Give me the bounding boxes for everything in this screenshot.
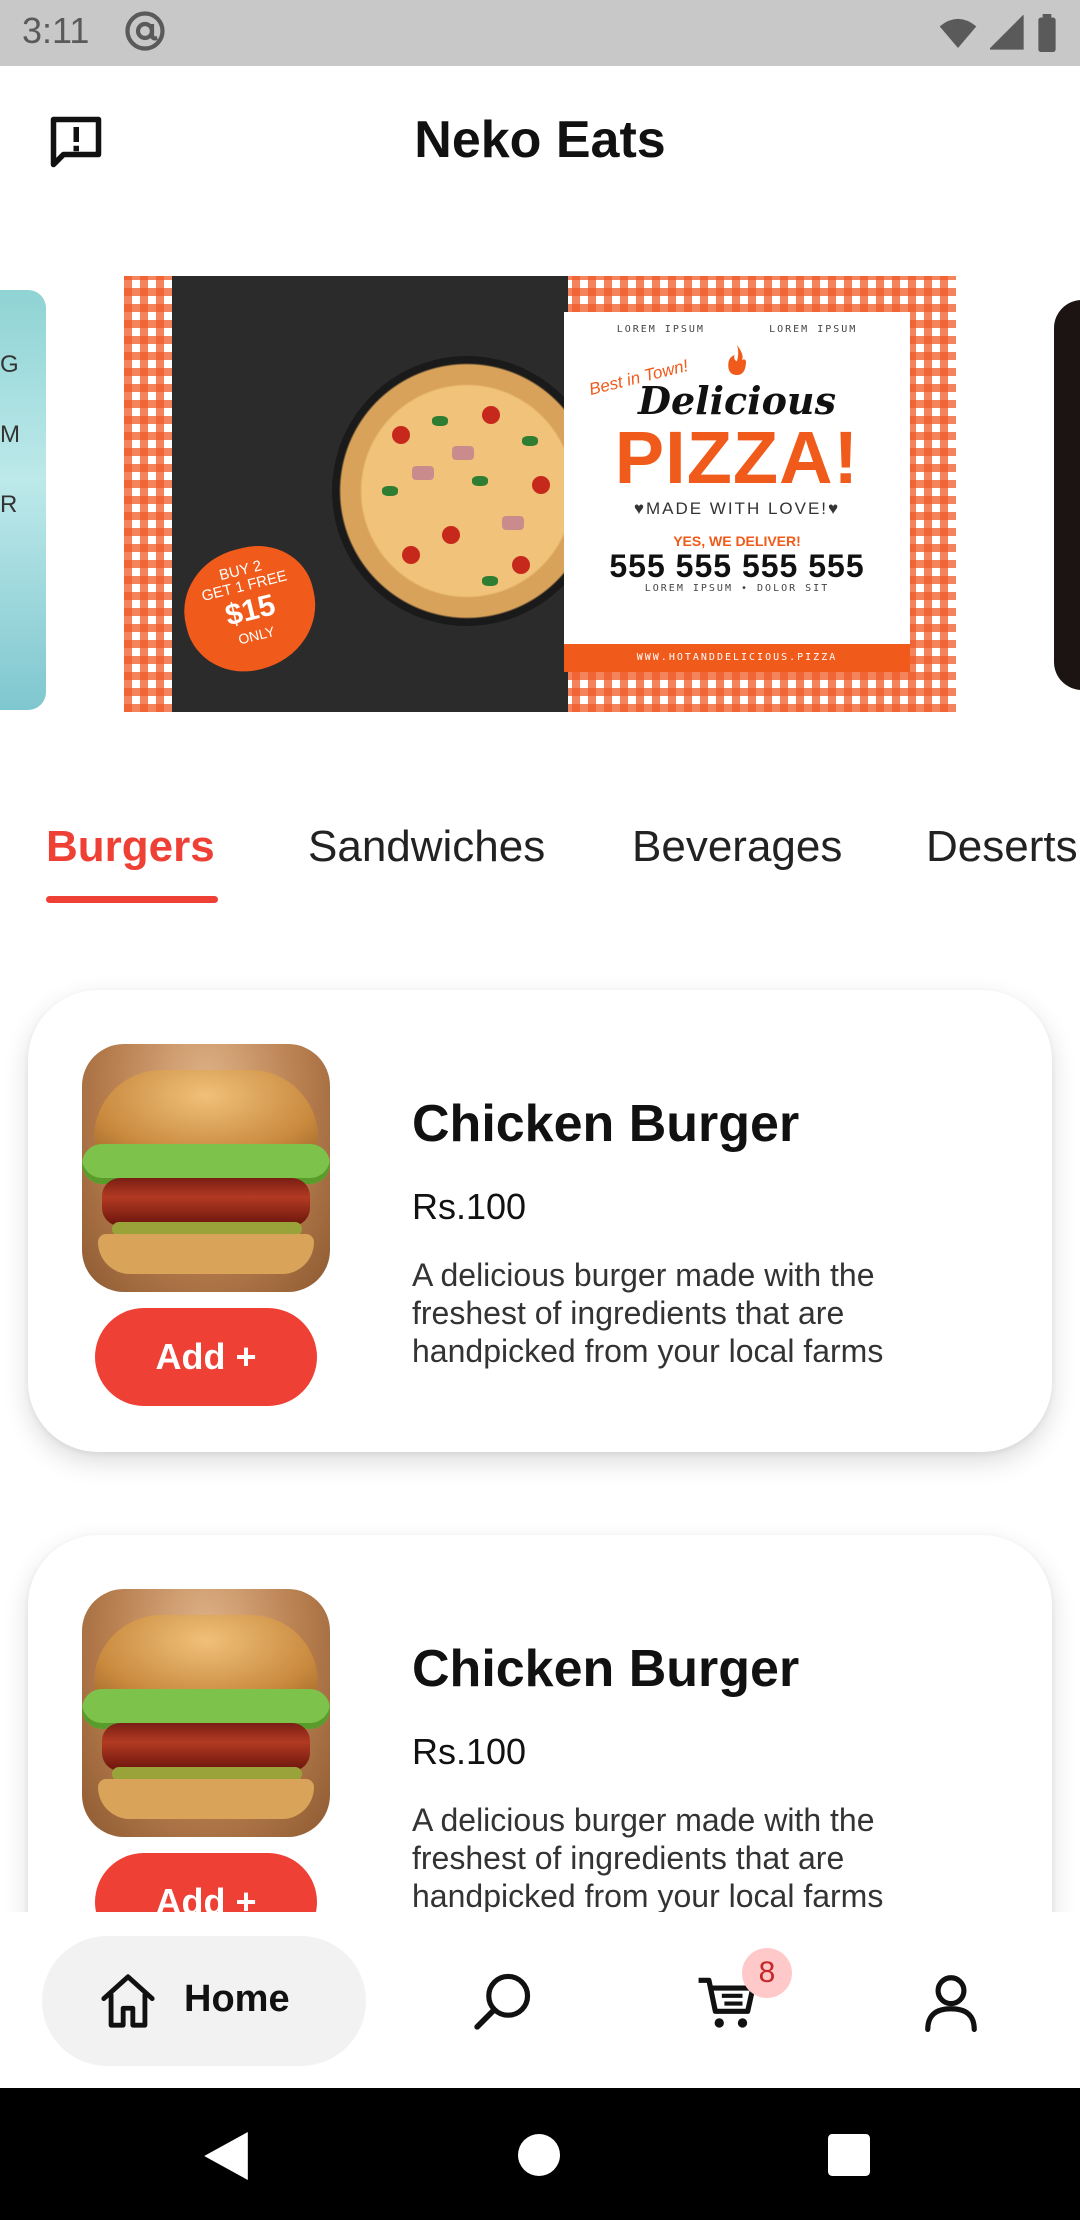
tab-burgers[interactable]: Burgers <box>46 822 215 872</box>
at-sign-icon <box>125 11 165 51</box>
promo-carousel[interactable]: GMR BUY 2 GET 1 FREE $15 ONLY LOREM IPSU… <box>0 270 1080 720</box>
banner-headline: PIZZA! <box>614 416 860 499</box>
item-price: Rs.100 <box>412 1186 527 1227</box>
promo-burst: BUY 2 GET 1 FREE $15 ONLY <box>171 533 329 685</box>
item-name: Chicken Burger <box>412 1640 800 1698</box>
wifi-icon <box>939 18 977 48</box>
category-tabs: Burgers Sandwiches Beverages Deserts <box>0 810 1080 910</box>
item-description: A delicious burger made with the freshes… <box>412 1257 884 1369</box>
app-title: Neko Eats <box>414 111 666 169</box>
nav-home[interactable]: Home <box>42 1936 366 2066</box>
item-name: Chicken Burger <box>412 1095 800 1153</box>
cart-count-badge: 8 <box>742 1948 792 1998</box>
home-nav-icon[interactable] <box>518 2134 560 2176</box>
pizza-promo-banner[interactable]: BUY 2 GET 1 FREE $15 ONLY LOREM IPSUM LO… <box>124 276 956 712</box>
status-bar: 3:11 <box>0 0 1080 66</box>
add-to-cart-button[interactable]: Add + <box>95 1308 317 1406</box>
banner-phone: 555 555 555 555 <box>609 548 865 584</box>
search-icon[interactable] <box>472 1970 534 2032</box>
battery-icon <box>1038 14 1056 52</box>
tab-deserts[interactable]: Deserts <box>926 822 1078 872</box>
system-navigation-bar <box>0 2088 1080 2220</box>
app-bar: Neko Eats <box>0 66 1080 216</box>
tab-beverages[interactable]: Beverages <box>632 822 842 872</box>
flame-icon <box>728 345 746 375</box>
signal-icon <box>990 15 1024 50</box>
burger-image <box>82 1589 330 1837</box>
burger-image <box>82 1044 330 1292</box>
tab-sandwiches[interactable]: Sandwiches <box>308 822 545 872</box>
nav-home-label: Home <box>184 1978 290 2020</box>
item-description: A delicious burger made with the freshes… <box>412 1802 884 1914</box>
pizza-photo: BUY 2 GET 1 FREE $15 ONLY <box>171 276 602 712</box>
recents-icon[interactable] <box>828 2134 870 2176</box>
system-icons <box>938 14 1058 52</box>
carousel-next-slide[interactable] <box>1054 300 1080 690</box>
item-price: Rs.100 <box>412 1731 527 1772</box>
home-icon <box>101 1974 155 2028</box>
status-time: 3:11 <box>22 10 90 51</box>
banner-url: WWW.HOTANDDELICIOUS.PIZZA <box>564 644 910 672</box>
tab-indicator <box>46 896 218 903</box>
bottom-navigation: Home 8 <box>0 1912 1080 2088</box>
carousel-prev-slide[interactable]: GMR <box>0 290 46 710</box>
menu-item-card[interactable]: Add + Chicken Burger Rs.100 A delicious … <box>28 990 1052 1452</box>
profile-icon[interactable] <box>920 1970 982 2032</box>
back-icon[interactable] <box>204 2132 248 2180</box>
pizza-image <box>332 356 602 626</box>
promo-text-card: LOREM IPSUM LOREM IPSUM Best in Town! De… <box>564 312 910 672</box>
